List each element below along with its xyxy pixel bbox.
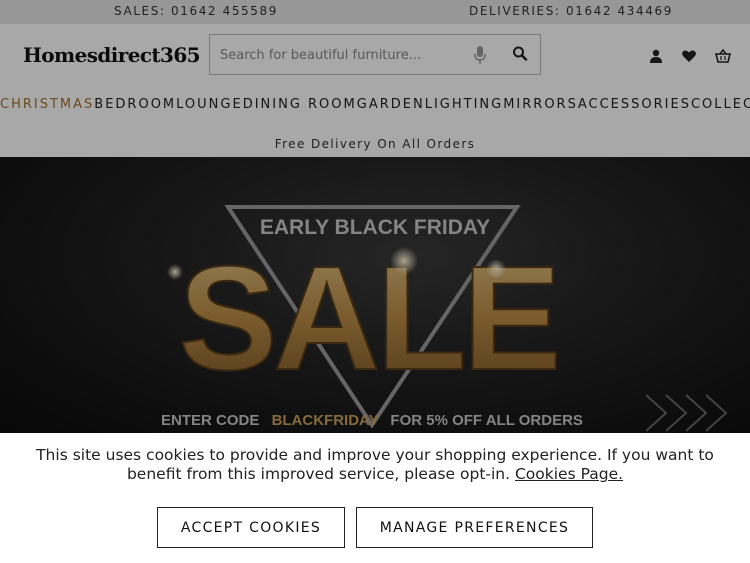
site-logo[interactable]: Homesdirect365 <box>23 43 201 67</box>
accept-cookies-button[interactable]: ACCEPT COOKIES <box>157 507 345 548</box>
hero-enter-code: ENTER CODE <box>161 412 259 429</box>
hero-graphic: EARLY BLACK FRIDAY SALE ENTER CODE BLACK… <box>161 205 728 432</box>
nav-item-christmas[interactable]: CHRISTMAS <box>0 87 94 123</box>
nav-item-accessories[interactable]: ACCESSORIES <box>578 87 691 123</box>
search-icon[interactable] <box>512 45 528 63</box>
search-box <box>209 34 541 75</box>
sparkle-1 <box>390 247 418 275</box>
nav-item-collections[interactable]: COLLECTIONS <box>691 87 750 123</box>
hero-discount-text: FOR 5% OFF ALL ORDERS <box>390 412 583 429</box>
site-header: Homesdirect365 <box>0 24 750 87</box>
user-icon[interactable] <box>648 48 664 64</box>
chevron-arrows-decoration <box>645 394 728 432</box>
nav-item-lounge[interactable]: LOUNGE <box>176 87 243 123</box>
nav-item-mirrors[interactable]: MIRRORS <box>503 87 578 123</box>
nav-item-dining-room[interactable]: DINING ROOM <box>243 87 357 123</box>
nav-item-lighting[interactable]: LIGHTING <box>425 87 504 123</box>
sales-phone[interactable]: SALES: 01642 455589 <box>114 4 278 18</box>
cookies-page-link[interactable]: Cookies Page. <box>515 465 623 483</box>
black-friday-hero-banner[interactable]: EARLY BLACK FRIDAY SALE ENTER CODE BLACK… <box>0 157 750 437</box>
free-delivery-banner: Free Delivery On All Orders <box>0 123 750 157</box>
top-contact-bar: SALES: 01642 455589 DELIVERIES: 01642 43… <box>0 0 750 24</box>
cookie-message: This site uses cookies to provide and im… <box>20 446 730 484</box>
basket-icon[interactable] <box>715 48 731 64</box>
microphone-icon[interactable] <box>473 45 487 65</box>
svg-text:ENTER CODE BLACKFRIDAY: ENTER CODE BLACKFRIDAY FOR 5% OFF ALL OR… <box>161 412 583 429</box>
nav-item-garden[interactable]: GARDEN <box>357 87 425 123</box>
nav-item-bedroom[interactable]: BEDROOM <box>94 87 176 123</box>
hero-promo-code: BLACKFRIDAY <box>272 412 379 429</box>
manage-preferences-button[interactable]: MANAGE PREFERENCES <box>356 507 593 548</box>
main-navigation: CHRISTMASBEDROOMLOUNGEDINING ROOMGARDENL… <box>0 87 750 123</box>
search-input[interactable] <box>220 45 460 65</box>
cookie-consent-banner: This site uses cookies to provide and im… <box>0 433 750 563</box>
heart-icon[interactable] <box>681 48 697 64</box>
sparkle-3 <box>167 264 183 280</box>
sparkle-2 <box>486 259 506 279</box>
deliveries-phone[interactable]: DELIVERIES: 01642 434469 <box>469 4 673 18</box>
